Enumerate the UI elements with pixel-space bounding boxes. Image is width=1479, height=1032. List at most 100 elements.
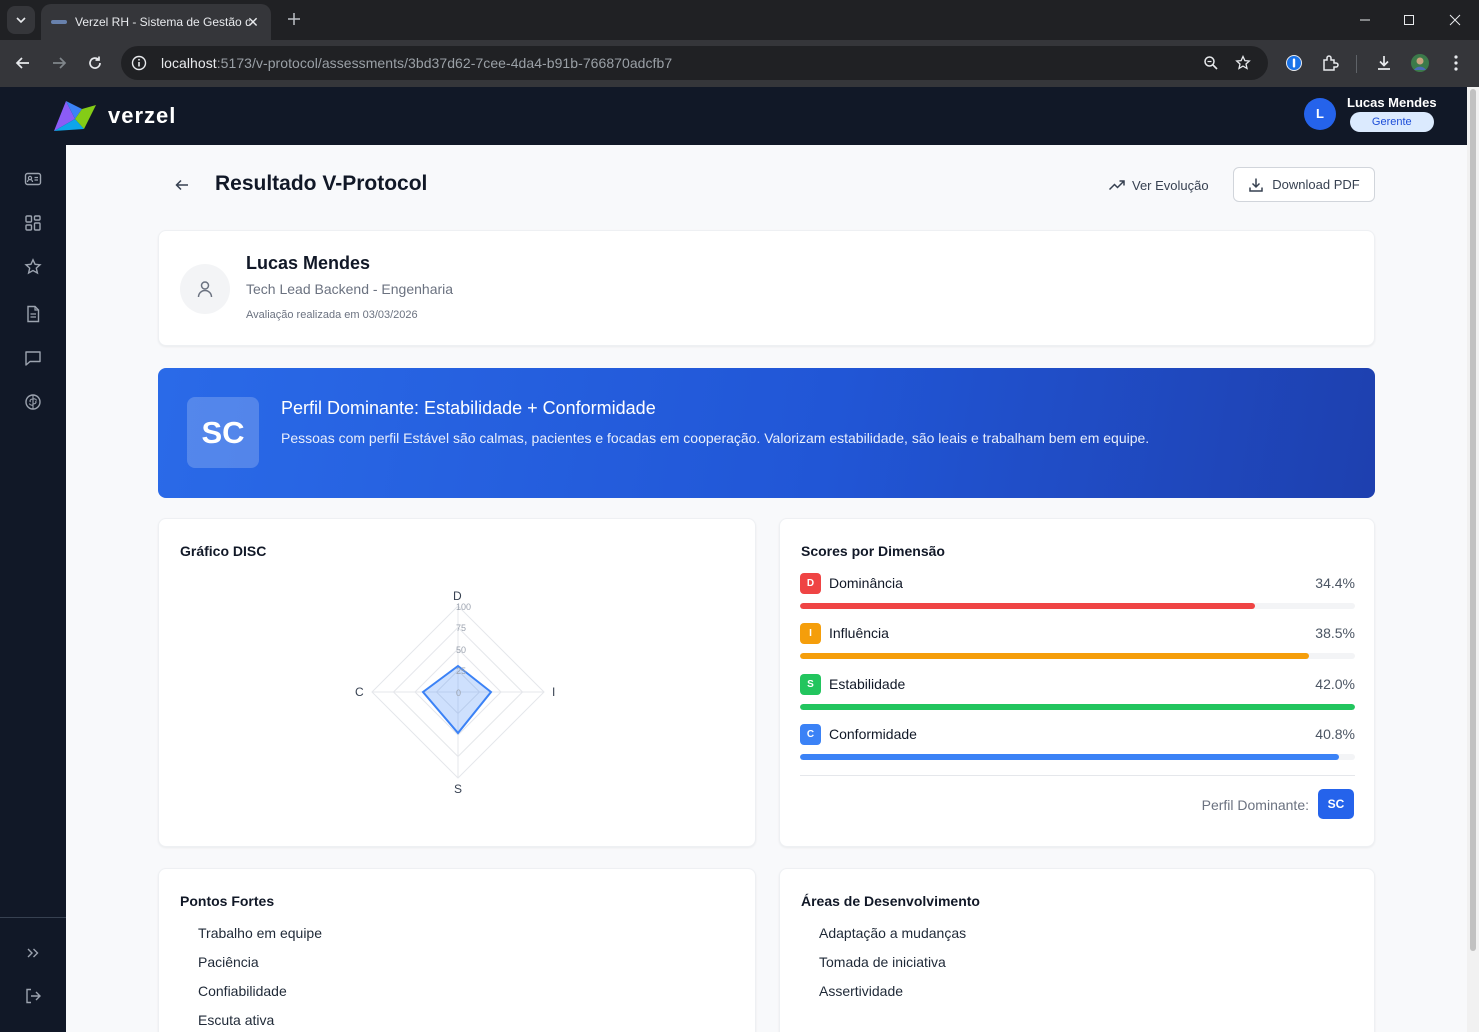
forward-arrow-icon[interactable]: [48, 52, 70, 74]
user-name: Lucas Mendes: [1347, 95, 1437, 110]
profile-avatar: [180, 264, 230, 314]
sidebar-item-v-protocol[interactable]: [22, 391, 44, 413]
score-row-influence: I Influência 38.5%: [800, 623, 1355, 663]
dominant-profile-badge: SC: [1318, 789, 1354, 819]
development-card: Áreas de Desenvolvimento Adaptação a mud…: [779, 868, 1375, 1032]
star-icon: [24, 258, 42, 275]
list-item: Paciência: [198, 954, 259, 970]
score-letter-i: I: [800, 623, 821, 644]
browser-menu-icon[interactable]: [1445, 52, 1467, 74]
strengths-title: Pontos Fortes: [180, 893, 275, 909]
score-value: 38.5%: [1315, 625, 1355, 641]
logout-icon: [26, 988, 41, 1004]
toolbar-divider: [1356, 55, 1357, 73]
download-pdf-button[interactable]: Download PDF: [1233, 167, 1375, 202]
scores-divider: [800, 775, 1355, 776]
user-avatar: L: [1304, 97, 1336, 130]
list-item: Escuta ativa: [198, 1012, 275, 1028]
sidebar: [0, 145, 66, 1032]
minimize-icon[interactable]: [1355, 10, 1375, 30]
profile-avatar-icon[interactable]: [1409, 52, 1431, 74]
tab-strip: Verzel RH - Sistema de Gestão de ✕: [0, 0, 1479, 40]
profile-code-badge: SC: [187, 397, 259, 468]
score-track: [800, 653, 1355, 659]
new-tab-icon[interactable]: [283, 8, 305, 30]
download-icon[interactable]: [1373, 52, 1395, 74]
strengths-card: Pontos Fortes Trabalho em equipe Paciênc…: [158, 868, 756, 1032]
disc-chart-title: Gráfico DISC: [180, 543, 267, 559]
address-bar[interactable]: localhost:5173/v-protocol/assessments/3b…: [121, 46, 1268, 80]
dominant-profile-label: Perfil Dominante:: [1201, 797, 1309, 813]
browser-tab[interactable]: Verzel RH - Sistema de Gestão de ✕: [41, 4, 271, 40]
score-track: [800, 603, 1355, 609]
radar-axis-i: I: [552, 685, 555, 699]
extensions-icon[interactable]: [1319, 52, 1341, 74]
verzel-logo-icon: [54, 101, 96, 131]
development-list: Adaptação a mudanças Tomada de iniciativ…: [819, 925, 966, 1012]
list-item: Assertividade: [819, 983, 904, 999]
chevrons-right-icon: [27, 948, 39, 958]
browser-chrome: Verzel RH - Sistema de Gestão de ✕ local…: [0, 0, 1479, 87]
score-bar-fill: [800, 653, 1309, 659]
sidebar-item-dashboard[interactable]: [22, 212, 44, 234]
disc-radar-chart: 100 75 50 25 0 D I S C: [355, 589, 555, 796]
dominant-profile-banner: SC Perfil Dominante: Estabilidade + Conf…: [158, 368, 1375, 498]
score-name: Influência: [829, 625, 889, 641]
score-bar-fill: [800, 754, 1339, 760]
profile-card: Lucas Mendes Tech Lead Backend - Engenha…: [158, 230, 1375, 346]
radar-tick-25: 25: [456, 666, 466, 676]
zoom-icon[interactable]: [1203, 55, 1219, 71]
url-text: localhost:5173/v-protocol/assessments/3b…: [161, 55, 673, 71]
score-value: 34.4%: [1315, 575, 1355, 591]
score-row-conformity: C Conformidade 40.8%: [800, 724, 1355, 764]
profile-job-title: Tech Lead Backend - Engenharia: [246, 281, 454, 297]
download-icon: [1249, 178, 1264, 192]
score-row-dominance: D Dominância 34.4%: [800, 573, 1355, 613]
development-title: Áreas de Desenvolvimento: [801, 893, 980, 909]
user-role-badge: Gerente: [1349, 112, 1434, 132]
document-icon: [27, 305, 40, 323]
tab-search-button[interactable]: [7, 6, 35, 34]
score-letter-c: C: [800, 724, 821, 745]
score-name: Estabilidade: [829, 676, 906, 692]
sidebar-item-messages[interactable]: [22, 347, 44, 369]
bookmark-star-icon[interactable]: [1235, 55, 1251, 71]
radar-tick-75: 75: [456, 623, 466, 633]
sidebar-item-evaluations[interactable]: [22, 256, 44, 278]
chevron-down-icon: [16, 17, 26, 24]
user-icon: [197, 281, 213, 298]
back-arrow-icon[interactable]: [12, 52, 34, 74]
expand-sidebar-button[interactable]: [22, 942, 44, 964]
score-row-stability: S Estabilidade 42.0%: [800, 674, 1355, 714]
score-bar-fill: [800, 704, 1355, 710]
sidebar-item-documents[interactable]: [22, 303, 44, 325]
back-button[interactable]: [172, 175, 192, 195]
scrollbar-thumb[interactable]: [1470, 89, 1476, 951]
chat-icon: [25, 351, 41, 366]
site-info-icon[interactable]: [131, 55, 147, 71]
sidebar-item-employees[interactable]: [22, 168, 44, 190]
brain-icon: [25, 394, 41, 410]
score-track: [800, 704, 1355, 710]
score-bar-fill: [800, 603, 1256, 609]
app-root: verzel L Lucas Mendes Gerente Resultado …: [0, 87, 1467, 1032]
app-header: verzel L Lucas Mendes Gerente: [0, 87, 1467, 145]
banner-description: Pessoas com perfil Estável são calmas, p…: [281, 430, 1150, 446]
logout-button[interactable]: [22, 985, 44, 1007]
disc-chart-card: Gráfico DISC 100 75 50 25 0 D I S C: [158, 518, 756, 847]
brand-logo[interactable]: verzel: [52, 99, 176, 133]
id-card-icon: [24, 172, 42, 186]
reload-icon[interactable]: [84, 52, 106, 74]
password-manager-icon[interactable]: [1283, 52, 1305, 74]
close-window-icon[interactable]: [1445, 10, 1465, 30]
view-evolution-label: Ver Evolução: [1132, 177, 1209, 193]
close-tab-icon[interactable]: ✕: [243, 12, 263, 32]
page-scrollbar[interactable]: [1467, 87, 1479, 1032]
strengths-list: Trabalho em equipe Paciência Confiabilid…: [198, 925, 322, 1032]
maximize-icon[interactable]: [1399, 10, 1419, 30]
radar-axis-c: C: [355, 685, 364, 699]
user-menu[interactable]: L Lucas Mendes Gerente: [1304, 95, 1437, 132]
radar-axis-s: S: [454, 782, 462, 796]
view-evolution-button[interactable]: Ver Evolução: [1108, 173, 1209, 197]
download-pdf-label: Download PDF: [1272, 177, 1360, 192]
